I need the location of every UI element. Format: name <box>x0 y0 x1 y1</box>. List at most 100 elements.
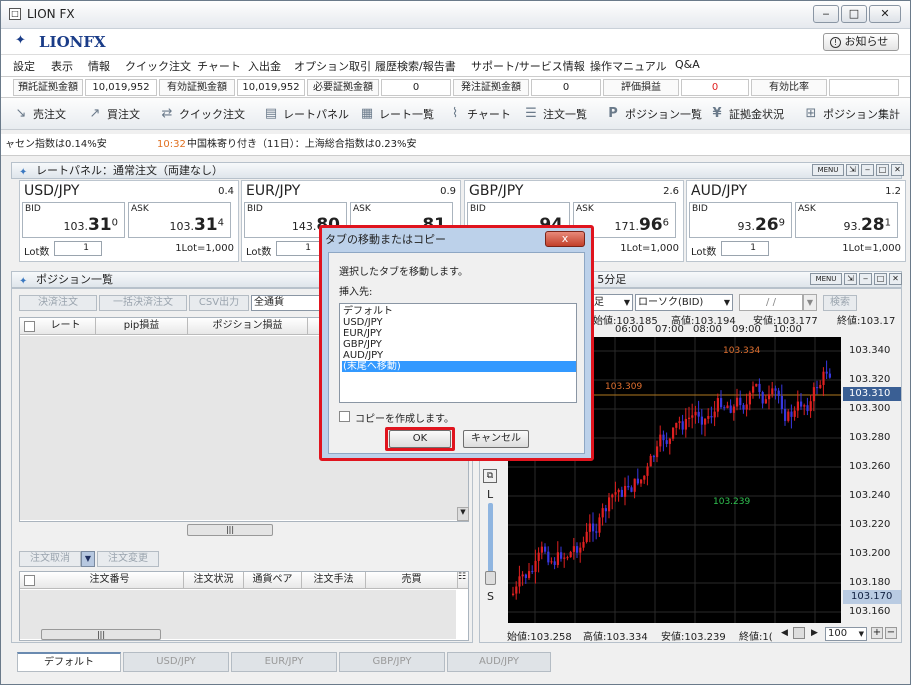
restore-icon[interactable]: □ <box>876 164 889 176</box>
order-select-all-checkbox[interactable] <box>24 575 35 586</box>
tab-usdjpy[interactable]: USD/JPY <box>123 652 229 672</box>
bid-button[interactable]: BID 93.269 <box>689 202 792 238</box>
minimize-icon[interactable]: ‒ <box>859 273 872 285</box>
chart-type-select[interactable]: ローソク(BID) ▼ <box>635 294 733 311</box>
bid-label: BID <box>25 204 41 214</box>
bid-button[interactable]: BID 103.310 <box>22 202 125 238</box>
csv-export-button[interactable]: CSV出力 <box>189 295 249 311</box>
modify-order-button[interactable]: 注文変更 <box>97 551 159 567</box>
list-item[interactable]: EUR/JPY <box>342 328 576 339</box>
buy-arrow-icon: ↗ <box>89 106 101 121</box>
currency-filter-select[interactable]: 全通貨 <box>251 295 321 311</box>
rate-card-audjpy: AUD/JPY 1.2 BID 93.269 ASK 93.281 Lot数 1 1… <box>686 180 906 262</box>
scroll-left-icon[interactable]: ◀ <box>781 628 788 638</box>
position-h-scrollbar[interactable]: ||| <box>187 524 273 536</box>
rate-list-button[interactable]: ▦ レート一覧 <box>359 106 434 122</box>
order-column-config-icon[interactable]: ☷ <box>456 572 468 589</box>
tab-eurjpy[interactable]: EUR/JPY <box>231 652 337 672</box>
position-v-scrollbar[interactable]: ▼ <box>457 507 469 521</box>
list-item[interactable]: USD/JPY <box>342 317 576 328</box>
list-item[interactable]: GBP/JPY <box>342 339 576 350</box>
menu-manual[interactable]: 操作マニュアル <box>590 58 667 74</box>
cancel-button[interactable]: キャンセル <box>463 430 529 448</box>
rate-panel-button[interactable]: ▤ レートパネル <box>263 106 349 122</box>
menu-support[interactable]: サポート/サービス情報 <box>471 58 585 74</box>
close-icon[interactable]: ✕ <box>889 273 902 285</box>
ask-button[interactable]: ASK 103.314 <box>128 202 231 238</box>
settle-order-button[interactable]: 決済注文 <box>19 295 97 311</box>
col-order-number[interactable]: 注文番号 <box>36 572 184 589</box>
col-currency-pair[interactable]: 通貨ペア <box>244 572 302 589</box>
position-summary-button[interactable]: ⊞ ポジション集計 <box>803 106 900 122</box>
bulk-settle-button[interactable]: 一括決済注文 <box>99 295 187 311</box>
close-button[interactable]: ✕ <box>869 5 901 23</box>
zoom-out-icon[interactable]: − <box>885 627 897 639</box>
news-ticker[interactable]: ャセン指数は0.14%安 10:32 中国株寄り付き（11日）：上海総合指数は0… <box>1 134 910 156</box>
chart-scroll-thumb[interactable] <box>793 627 805 639</box>
order-list-button[interactable]: ☰ 注文一覧 <box>523 106 587 122</box>
margin-status-button[interactable]: ¥ 証拠金状況 <box>709 106 784 122</box>
menu-deposit[interactable]: 入出金 <box>248 58 281 74</box>
cancel-order-button[interactable]: 注文取消 <box>19 551 81 567</box>
col-order-status[interactable]: 注文状況 <box>184 572 244 589</box>
tab-audjpy[interactable]: AUD/JPY <box>447 652 551 672</box>
sell-order-button[interactable]: ↘ 売注文 <box>13 106 66 122</box>
list-item[interactable]: AUD/JPY <box>342 350 576 361</box>
oshirase-button[interactable]: ! お知らせ <box>823 33 899 51</box>
zoom-in-icon[interactable]: + <box>871 627 883 639</box>
insert-target-list[interactable]: デフォルト USD/JPY EUR/JPY GBP/JPY AUD/JPY (末… <box>339 303 577 403</box>
tab-default[interactable]: デフォルト <box>17 652 121 672</box>
zoom-select[interactable]: 100 ▼ <box>825 627 867 641</box>
col-order-method[interactable]: 注文手法 <box>302 572 366 589</box>
minimize-button[interactable]: ‒ <box>813 5 839 23</box>
col-buy-sell[interactable]: 売買 <box>366 572 458 589</box>
select-all-checkbox[interactable] <box>24 321 35 332</box>
chart-button[interactable]: ⌇ チャート <box>447 106 511 122</box>
summary-icon: ⊞ <box>805 106 817 121</box>
chart-tool-icon[interactable]: ⧉ <box>483 469 497 483</box>
list-item-selected[interactable]: (末尾へ移動) <box>342 361 576 372</box>
maximize-button[interactable]: □ <box>841 5 867 23</box>
list-item[interactable]: デフォルト <box>342 306 576 317</box>
menu-history[interactable]: 履歴検索/報告書 <box>375 58 456 74</box>
chart-menu-button[interactable]: MENU <box>810 273 842 285</box>
close-icon[interactable]: ✕ <box>891 164 904 176</box>
rate-panel-title: レートパネル：通常注文（両建なし） <box>36 164 223 177</box>
window-title: LION FX <box>27 7 75 21</box>
scroll-right-icon[interactable]: ▶ <box>811 628 818 638</box>
lot-input[interactable]: 1 <box>721 241 769 256</box>
pin-icon[interactable]: ⇲ <box>844 273 857 285</box>
order-h-scrollbar[interactable]: ||| <box>41 629 161 640</box>
ok-button[interactable]: OK <box>389 430 451 448</box>
pin-icon[interactable]: ⇲ <box>846 164 859 176</box>
lot-input[interactable]: 1 <box>276 241 324 256</box>
minimize-icon[interactable]: ‒ <box>861 164 874 176</box>
menu-view[interactable]: 表示 <box>51 58 73 74</box>
copy-checkbox[interactable] <box>339 411 350 422</box>
restore-icon[interactable]: □ <box>874 273 887 285</box>
dialog-close-button[interactable]: x <box>545 231 585 247</box>
period-select[interactable]: 足 ▼ <box>591 294 633 311</box>
menu-chart[interactable]: チャート <box>197 58 241 74</box>
col-pip-pnl[interactable]: pip損益 <box>96 318 188 335</box>
date-dropdown-icon[interactable]: ▼ <box>803 294 817 311</box>
menu-quick-order[interactable]: クイック注文 <box>125 58 191 74</box>
search-button[interactable]: 検索 <box>823 295 857 311</box>
lot-input[interactable]: 1 <box>54 241 102 256</box>
tab-gbpjpy[interactable]: GBP/JPY <box>339 652 445 672</box>
ask-button[interactable]: ASK 93.281 <box>795 202 898 238</box>
date-input[interactable]: / / <box>739 294 803 311</box>
menu-info[interactable]: 情報 <box>88 58 110 74</box>
menu-qa[interactable]: Q&A <box>675 58 700 71</box>
menu-settings[interactable]: 設定 <box>13 58 35 74</box>
position-panel-title: ポジション一覧 <box>36 273 113 286</box>
order-dropdown-arrow[interactable]: ▼ <box>81 551 95 567</box>
position-list-button[interactable]: P ポジション一覧 <box>605 106 702 122</box>
rate-panel-menu-button[interactable]: MENU <box>812 164 844 176</box>
chart-zoom-handle[interactable] <box>485 571 496 585</box>
quick-order-button[interactable]: ⇄ クイック注文 <box>159 106 245 122</box>
buy-order-button[interactable]: ↗ 買注文 <box>87 106 140 122</box>
col-position-pnl[interactable]: ポジション損益 <box>188 318 308 335</box>
menu-options[interactable]: オプション取引 <box>294 58 371 74</box>
col-rate[interactable]: レート <box>36 318 96 335</box>
